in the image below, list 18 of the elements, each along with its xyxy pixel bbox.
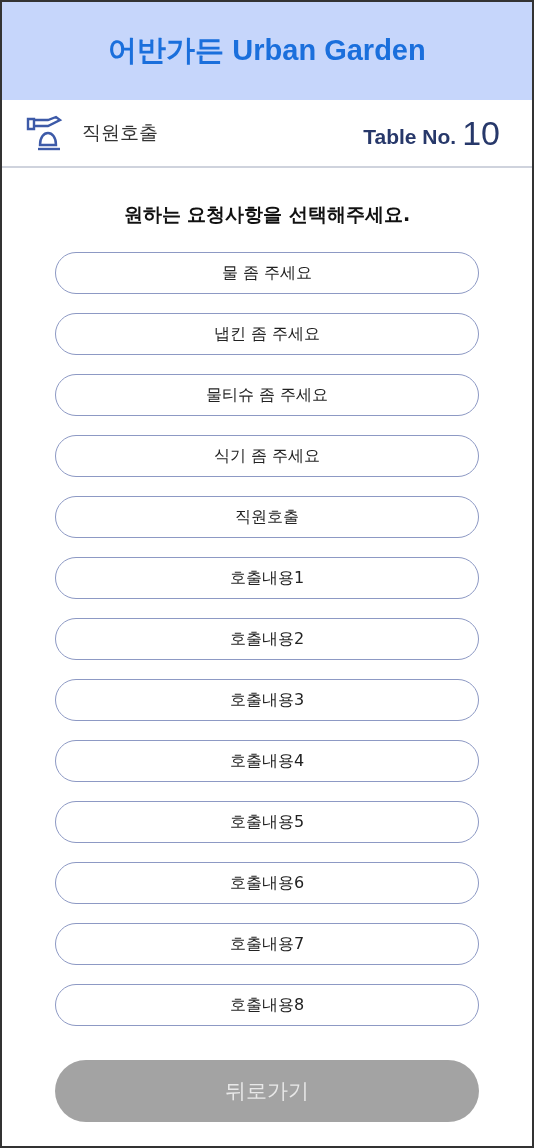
table-number: 10: [462, 113, 500, 153]
app-title: 어반가든 Urban Garden: [108, 33, 426, 68]
request-button[interactable]: 냅킨 좀 주세요: [55, 313, 479, 355]
request-button[interactable]: 물 좀 주세요: [55, 252, 479, 294]
request-button[interactable]: 호출내용8: [55, 984, 479, 1026]
request-button[interactable]: 호출내용6: [55, 862, 479, 904]
request-button[interactable]: 호출내용2: [55, 618, 479, 660]
request-button[interactable]: 호출내용3: [55, 679, 479, 721]
request-button[interactable]: 호출내용4: [55, 740, 479, 782]
request-button[interactable]: 호출내용5: [55, 801, 479, 843]
request-button[interactable]: 호출내용1: [55, 557, 479, 599]
table-label: Table No.: [363, 125, 457, 149]
request-button[interactable]: 호출내용7: [55, 923, 479, 965]
request-button[interactable]: 직원호출: [55, 496, 479, 538]
request-button[interactable]: 물티슈 좀 주세요: [55, 374, 479, 416]
request-button[interactable]: 식기 좀 주세요: [55, 435, 479, 477]
page-label: 직원호출: [82, 120, 158, 145]
prompt-text: 원하는 요청사항을 선택해주세요.: [122, 202, 412, 227]
